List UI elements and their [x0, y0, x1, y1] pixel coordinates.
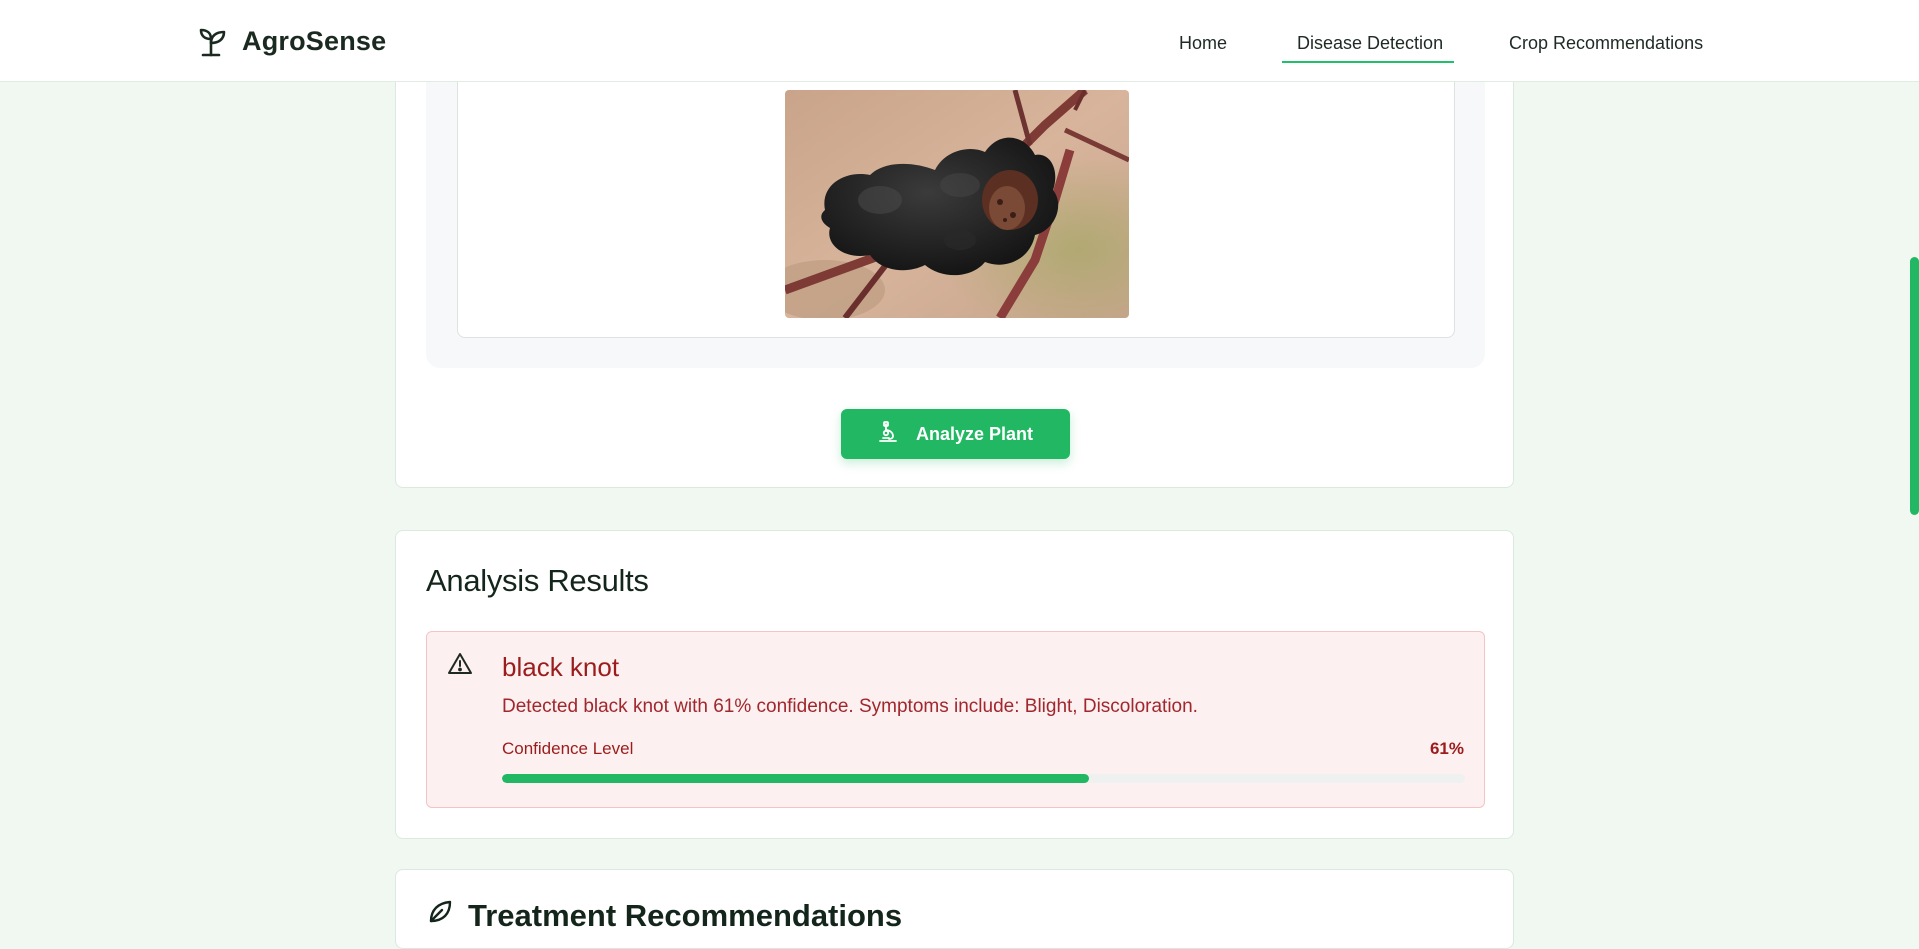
upload-dropzone[interactable] [426, 41, 1485, 368]
upload-card: Analyze Plant [395, 40, 1514, 488]
microscope-icon [878, 420, 898, 448]
scrollbar-thumb[interactable] [1910, 257, 1919, 515]
analyze-plant-button[interactable]: Analyze Plant [841, 409, 1070, 459]
warning-triangle-icon [447, 652, 473, 681]
disease-alert: black knot Detected black knot with 61% … [426, 631, 1485, 808]
leaf-icon [426, 898, 454, 934]
active-tab-indicator [1282, 61, 1454, 63]
results-title: Analysis Results [426, 563, 649, 598]
confidence-label: Confidence Level [502, 739, 634, 758]
confidence-value: 61% [1429, 739, 1464, 758]
disease-name: black knot [502, 652, 620, 682]
brand-name: AgroSense [242, 25, 387, 56]
treatment-title: Treatment Recommendations [468, 898, 903, 933]
treatment-recommendations-card: Treatment Recommendations [395, 869, 1514, 949]
treatment-title-row: Treatment Recommendations [426, 898, 902, 934]
page-scrollbar[interactable] [1910, 0, 1919, 910]
confidence-progress-bar [502, 774, 1465, 783]
confidence-progress-fill [502, 774, 1090, 783]
image-preview-box [457, 41, 1455, 338]
analyze-plant-label: Analyze Plant [915, 423, 1034, 444]
analysis-results-card: Analysis Results black knot Detected bla… [395, 530, 1514, 839]
disease-description: Detected black knot with 61% confidence.… [502, 696, 1198, 717]
brand-logo[interactable]: AgroSense [198, 22, 386, 60]
sprout-icon [198, 25, 228, 57]
top-navbar: AgroSense Home Disease Detection Crop Re… [0, 0, 1919, 82]
nav-link-disease-detection[interactable]: Disease Detection [1297, 24, 1443, 62]
plant-image-preview [785, 90, 1129, 318]
nav-link-home[interactable]: Home [1179, 24, 1227, 62]
nav-link-crop-recommendations[interactable]: Crop Recommendations [1509, 24, 1703, 62]
